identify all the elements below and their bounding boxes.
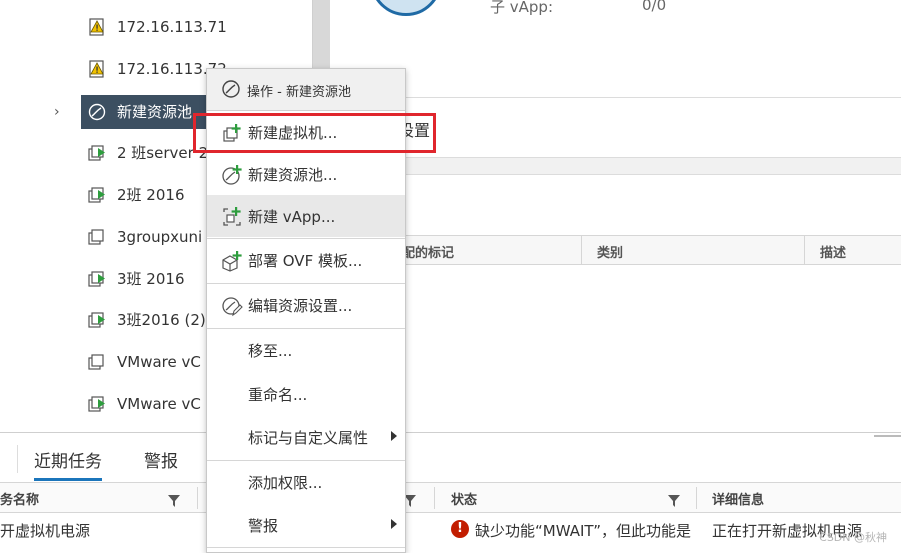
column-status[interactable]: 状态 bbox=[451, 489, 477, 508]
child-vapp-label: 子 vApp: bbox=[490, 0, 554, 16]
vsphere-client: 172.16.113.71 172.16.113.72 › 新建资源池 2 班s… bbox=[0, 0, 901, 553]
tags-table-header: 配的标记 类别 描述 bbox=[330, 235, 901, 265]
bottom-tabs: 近期任务 警报 bbox=[0, 433, 901, 483]
vm-powered-off-icon bbox=[88, 228, 106, 246]
column-divider bbox=[197, 487, 198, 509]
menu-item-alarms[interactable]: 警报 bbox=[207, 504, 405, 546]
menu-item-label: 添加权限... bbox=[248, 474, 323, 492]
vm-powered-on-icon bbox=[88, 270, 106, 288]
menu-item-add-permission[interactable]: 添加权限... bbox=[207, 461, 405, 503]
menu-item-label: 标记与自定义属性 bbox=[248, 429, 369, 447]
new-vapp-icon bbox=[221, 206, 243, 228]
menu-item-label: 新建 vApp... bbox=[248, 208, 336, 226]
tree-expander-row: › bbox=[0, 95, 80, 129]
vm-powered-on-icon bbox=[88, 144, 106, 162]
menu-item-tags-custom-attributes[interactable]: 标记与自定义属性 bbox=[207, 416, 405, 458]
column-assigned-tag[interactable]: 配的标记 bbox=[402, 242, 454, 261]
menu-item-edit-resource-settings[interactable]: 编辑资源设置... bbox=[207, 284, 405, 326]
tree-item-label: 3groupxuni bbox=[117, 228, 203, 246]
tree-item-label: 3班 2016 bbox=[117, 270, 185, 288]
column-description[interactable]: 描述 bbox=[820, 242, 846, 261]
recent-tasks-panel: 近期任务 警报 务名称 状态 详细信息 开虚拟机电源 缺少功能“MWAIT”，但… bbox=[0, 432, 901, 553]
tree-item-label: 3班2016 (2) bbox=[117, 311, 206, 329]
host-warning-icon bbox=[88, 18, 106, 36]
tree-item-host-71[interactable]: 172.16.113.71 bbox=[0, 10, 312, 44]
tab-recent-tasks[interactable]: 近期任务 bbox=[34, 447, 102, 481]
submenu-arrow-icon bbox=[391, 431, 397, 441]
main-pane: 子 vApp: 0/0 设置 配的标记 类别 描述 bbox=[330, 0, 901, 432]
tree-item-label: 172.16.113.71 bbox=[117, 18, 227, 36]
menu-item-label: 编辑资源设置... bbox=[248, 297, 353, 315]
child-vapp-value: 0/0 bbox=[642, 0, 667, 14]
tags-card: 配的标记 类别 描述 bbox=[330, 174, 901, 432]
menu-item-move-to[interactable]: 移至... bbox=[207, 329, 405, 371]
host-warning-icon bbox=[88, 60, 106, 78]
menu-header-title: 操作 - 新建资源池 bbox=[247, 85, 351, 100]
filter-icon[interactable] bbox=[668, 492, 680, 507]
column-divider bbox=[804, 236, 805, 264]
resource-pool-icon bbox=[88, 103, 106, 121]
chevron-right-icon[interactable]: › bbox=[54, 103, 68, 121]
divider bbox=[17, 445, 18, 473]
vm-powered-on-icon bbox=[88, 395, 106, 413]
menu-item-deploy-ovf[interactable]: 部署 OVF 模板... bbox=[207, 239, 405, 281]
menu-item-new-resource-pool[interactable]: 新建资源池... bbox=[207, 153, 405, 195]
task-name-cell: 开虚拟机电源 bbox=[0, 522, 91, 540]
annotation-highlight-box bbox=[193, 113, 436, 153]
tasks-table-header: 务名称 状态 详细信息 bbox=[0, 483, 901, 513]
vm-powered-on-icon bbox=[88, 186, 106, 204]
vm-powered-on-icon bbox=[88, 311, 106, 329]
menu-item-label: 新建资源池... bbox=[248, 166, 338, 184]
menu-item-rename[interactable]: 重命名... bbox=[207, 373, 405, 415]
menu-item-label: 警报 bbox=[248, 517, 279, 535]
new-resource-pool-icon bbox=[221, 164, 243, 186]
column-divider bbox=[581, 236, 582, 264]
menu-item-label: 部署 OVF 模板... bbox=[248, 252, 363, 270]
resource-usage-chart bbox=[370, 0, 442, 16]
summary-card: 子 vApp: 0/0 bbox=[330, 0, 901, 98]
vm-powered-off-icon bbox=[88, 353, 106, 371]
menu-header: 操作 - 新建资源池 bbox=[207, 69, 405, 111]
menu-item-label: 移至... bbox=[248, 342, 293, 360]
deploy-ovf-icon bbox=[221, 250, 243, 272]
edit-resource-settings-icon bbox=[221, 295, 243, 317]
error-icon: ! bbox=[451, 520, 469, 538]
filter-icon[interactable] bbox=[168, 492, 180, 507]
column-task-name[interactable]: 务名称 bbox=[0, 489, 39, 508]
tree-item-label: VMware vC bbox=[117, 353, 201, 371]
resource-pool-icon bbox=[221, 79, 241, 99]
submenu-arrow-icon bbox=[391, 519, 397, 529]
menu-item-new-vapp[interactable]: 新建 vApp... bbox=[207, 195, 405, 237]
tree-item-label: VMware vC bbox=[117, 395, 201, 413]
column-category[interactable]: 类别 bbox=[597, 242, 623, 261]
watermark: CSDN @秋神 bbox=[819, 531, 887, 544]
column-details[interactable]: 详细信息 bbox=[712, 489, 764, 508]
column-divider bbox=[696, 487, 697, 509]
menu-item-label: 重命名... bbox=[248, 386, 308, 404]
status-cell: 缺少功能“MWAIT”，但此功能是 bbox=[475, 522, 692, 540]
tab-alarms[interactable]: 警报 bbox=[144, 447, 178, 472]
tree-item-label: 2班 2016 bbox=[117, 186, 185, 204]
tree-item-label: 新建资源池 bbox=[117, 103, 193, 121]
menu-separator bbox=[207, 547, 405, 548]
column-divider bbox=[434, 487, 435, 509]
